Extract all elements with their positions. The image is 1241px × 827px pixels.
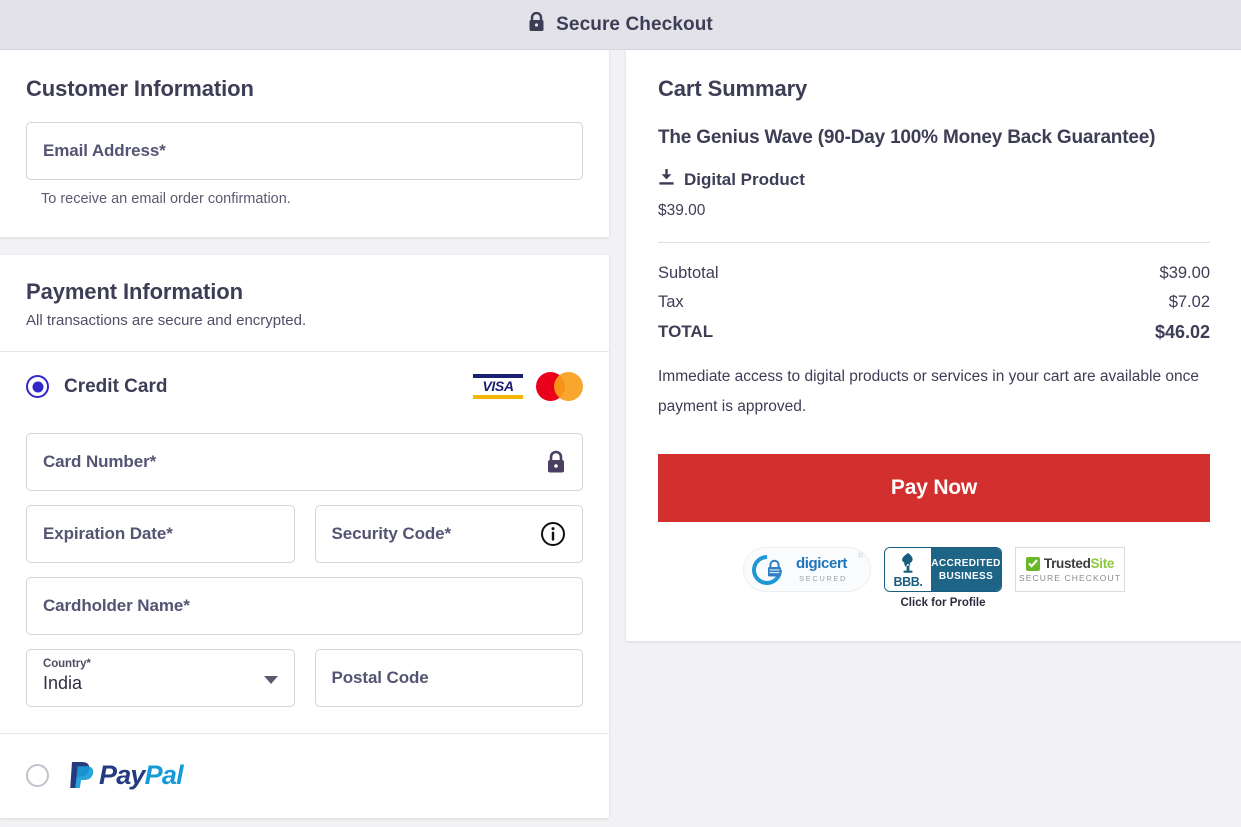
bbb-torch-icon [897,552,919,576]
bbb-line-business: BUSINESS [939,570,993,583]
trustedsite-word-site: Site [1091,556,1115,571]
security-code-placeholder: Security Code* [332,524,452,544]
checkmark-icon [1026,557,1040,571]
chevron-down-icon[interactable] [264,676,278,684]
total-label: TOTAL [658,322,713,343]
cardholder-name-placeholder: Cardholder Name* [43,596,190,616]
lock-icon [528,12,545,37]
paypal-wordmark: PayPal [99,760,183,791]
postal-code-placeholder: Postal Code [332,668,429,688]
pay-now-button[interactable]: Pay Now [658,454,1210,522]
credit-card-label: Credit Card [64,376,167,398]
paypal-icon: PayPal [65,758,183,792]
trustedsite-word-trusted: Trusted [1044,556,1091,571]
expiration-date-field[interactable]: Expiration Date* [26,505,295,563]
expiry-and-cvv-row: Expiration Date* Security Code* [26,491,583,563]
paypal-word-pay: Pay [99,760,145,790]
card-number-placeholder: Card Number* [43,452,156,472]
digicert-lock-icon [766,559,783,583]
cart-summary-column: Cart Summary The Genius Wave (90-Day 100… [626,50,1241,641]
paypal-word-pal: Pal [145,760,183,790]
digicert-registered-mark: ® [858,553,863,560]
digicert-secured-label: SECURED [796,575,847,583]
trustedsite-badge[interactable]: TrustedSite SECURE CHECKOUT [1015,547,1125,592]
info-icon[interactable] [540,521,566,547]
customer-information-card: Customer Information Email Address* To r… [0,50,609,237]
checkout-form-column: Customer Information Email Address* To r… [0,50,609,818]
lock-icon-card-number [546,450,566,474]
digicert-wordmark: digicert SECURED [796,556,847,583]
postal-code-field[interactable]: Postal Code [315,649,584,707]
email-field[interactable]: Email Address* [26,122,583,180]
accepted-card-logos: VISA [473,372,583,401]
product-name: The Genius Wave (90-Day 100% Money Back … [658,124,1210,152]
radio-paypal[interactable] [26,764,49,787]
digicert-name: digicert [796,555,847,572]
country-and-postal-row: Country* India Postal Code [26,635,583,707]
country-select-label: Country* [43,658,278,670]
cardholder-name-field[interactable]: Cardholder Name* [26,577,583,635]
trust-badges: digicert SECURED ® B [658,547,1210,609]
trustedsite-subtitle: SECURE CHECKOUT [1019,573,1121,583]
bbb-logo: BBB. [885,548,931,591]
digicert-badge[interactable]: digicert SECURED ® [743,547,871,592]
email-field-placeholder: Email Address* [43,141,166,161]
checkout-page: Customer Information Email Address* To r… [0,50,1241,827]
cart-line-tax: Tax $7.02 [658,288,1210,317]
payment-information-subtitle: All transactions are secure and encrypte… [26,312,583,329]
secure-checkout-header: Secure Checkout [0,0,1241,50]
cart-summary-title: Cart Summary [658,76,1210,102]
cart-line-subtotal: Subtotal $39.00 [658,259,1210,288]
tax-label: Tax [658,293,684,312]
bbb-line-accredited: ACCREDITED [931,557,1001,570]
security-code-field[interactable]: Security Code* [315,505,584,563]
product-type-row: Digital Product [658,168,1210,191]
cart-summary-card: Cart Summary The Genius Wave (90-Day 100… [626,50,1241,641]
payment-information-header: Payment Information All transactions are… [0,255,609,351]
card-number-field[interactable]: Card Number* [26,433,583,491]
bbb-badge[interactable]: BBB. ACCREDITED BUSINESS Click for Profi… [884,547,1002,609]
credit-card-fields: Card Number* Expiration Date* S [0,405,609,733]
radio-credit-card[interactable] [26,375,49,398]
email-help-text: To receive an email order confirmation. [26,191,583,207]
expiration-date-placeholder: Expiration Date* [43,524,173,544]
bbb-accredited-panel: ACCREDITED BUSINESS [931,548,1001,591]
country-select[interactable]: Country* India [26,649,295,707]
product-type-label: Digital Product [684,170,805,190]
country-select-value: India [43,673,278,694]
bbb-abbreviation: BBB. [894,575,923,589]
tax-amount: $7.02 [1169,293,1210,312]
payment-information-card: Payment Information All transactions are… [0,255,609,818]
download-icon [658,168,675,191]
bbb-click-for-profile[interactable]: Click for Profile [901,597,986,609]
payment-method-paypal[interactable]: PayPal [0,734,609,818]
payment-method-credit-card[interactable]: Credit Card VISA [0,352,609,405]
cart-line-total: TOTAL $46.02 [658,317,1210,348]
visa-icon: VISA [473,374,523,399]
subtotal-amount: $39.00 [1160,264,1210,283]
payment-information-title: Payment Information [26,279,583,305]
customer-information-title: Customer Information [26,76,583,102]
total-amount: $46.02 [1155,322,1210,343]
cart-divider [658,242,1210,243]
cart-note: Immediate access to digital products or … [658,362,1210,422]
product-price: $39.00 [658,202,1210,220]
page-title: Secure Checkout [556,14,713,36]
subtotal-label: Subtotal [658,264,719,283]
mastercard-icon [536,372,583,401]
trustedsite-wordmark: TrustedSite [1044,556,1114,571]
